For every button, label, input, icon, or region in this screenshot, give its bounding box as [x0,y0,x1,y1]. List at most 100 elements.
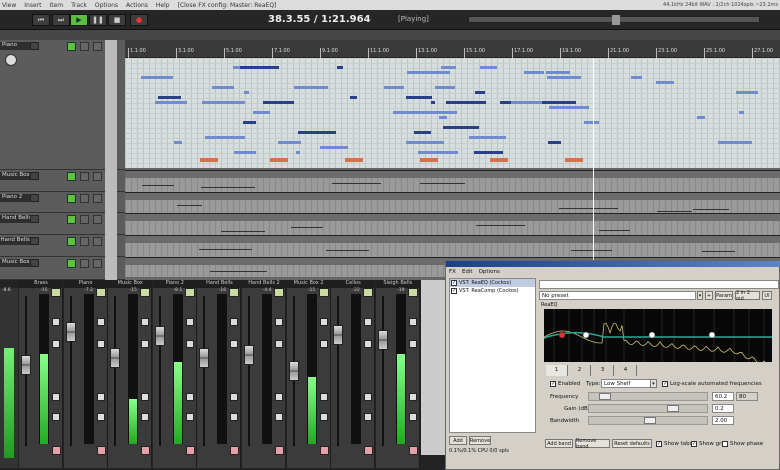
record-arm-button[interactable] [141,446,151,455]
record-arm-button[interactable] [96,446,106,455]
mute-button[interactable] [80,42,89,51]
pause-button[interactable]: ❚❚ [89,14,107,26]
fx-button[interactable] [51,288,61,297]
strip-button[interactable] [319,340,328,348]
media-item[interactable] [125,192,780,213]
frequency-slider[interactable] [588,392,708,401]
strip-button[interactable] [319,393,328,401]
record-arm-button[interactable] [67,215,76,224]
tab-band-1[interactable]: 1 [546,365,568,376]
eq-band-node[interactable] [582,331,590,339]
strip-button[interactable] [364,340,373,348]
add-preset-button[interactable]: + [705,291,713,300]
fx-chain-item[interactable]: ✓ VST: ReaComp (Cockos) [450,287,535,295]
midi-note[interactable] [298,131,337,134]
record-arm-button[interactable] [52,446,61,455]
tab-band-2[interactable]: 2 [569,365,591,376]
record-arm-button[interactable] [319,446,329,455]
solo-button[interactable] [93,259,102,268]
midi-note[interactable] [253,111,270,114]
strip-button[interactable] [52,413,60,421]
tab-band-3[interactable]: 3 [592,365,614,376]
fx-button[interactable] [363,288,374,297]
mute-button[interactable] [80,172,89,181]
strip-button[interactable] [52,340,60,348]
midi-note[interactable] [237,66,280,69]
midi-note[interactable] [345,158,363,162]
volume-fader[interactable] [244,345,254,366]
record-arm-button[interactable] [67,259,76,268]
volume-fader[interactable] [154,325,165,346]
fx-menu-options[interactable]: Options [479,269,500,275]
midi-note[interactable] [510,101,546,104]
strip-button[interactable] [275,318,283,326]
fast-forward-button[interactable]: ⏭ [52,14,70,26]
strip-button[interactable] [185,413,194,421]
volume-knob[interactable] [5,54,17,66]
fx-chain-item[interactable]: ✓ VST: ReaEQ (Cockos) [450,279,535,287]
type-select[interactable]: Low Shelf [601,379,656,388]
record-arm-button[interactable] [364,446,374,455]
play-button[interactable]: ▶ [70,14,88,26]
midi-note[interactable] [295,151,300,154]
track-fx-button[interactable] [30,237,39,245]
midi-note[interactable] [174,141,182,144]
menu-help[interactable]: Help [156,2,170,9]
solo-button[interactable] [93,215,102,224]
record-arm-button[interactable] [67,237,76,246]
strip-button[interactable] [408,318,417,326]
midi-note[interactable] [418,151,458,154]
strip-button[interactable] [275,340,283,348]
strip-button[interactable] [230,340,239,348]
solo-button[interactable] [93,172,102,181]
position-slider-thumb[interactable] [612,15,620,25]
midi-note[interactable] [430,101,436,104]
midi-note[interactable] [384,86,404,89]
volume-fader[interactable] [288,361,299,381]
eq-band-node[interactable] [648,331,656,339]
midi-note[interactable] [547,141,561,144]
strip-button[interactable] [96,318,105,326]
strip-button[interactable] [275,393,283,401]
midi-note[interactable] [542,101,577,104]
media-item[interactable] [125,213,780,235]
strip-button[interactable] [52,393,60,401]
midi-note[interactable] [446,101,486,104]
midi-note[interactable] [416,111,457,114]
eq-graph[interactable] [544,309,772,362]
solo-button[interactable] [93,194,102,203]
track-scrollbar[interactable] [105,40,117,280]
record-arm-button[interactable] [67,194,76,203]
fx-button[interactable] [184,288,195,297]
record-arm-button[interactable] [67,42,76,51]
timeline-ruler[interactable]: 1.1.00 3.1.00 5.1.00 7.1.00 9.1.00 11.1.00 13.… [125,40,780,58]
midi-note[interactable] [545,71,570,74]
record-arm-button[interactable] [230,446,240,455]
bandwidth-slider-thumb[interactable] [644,417,656,424]
midi-note[interactable] [736,91,758,94]
position-slider[interactable] [468,15,760,25]
track-fx-button[interactable] [30,259,39,267]
midi-note[interactable] [155,101,187,104]
mute-button[interactable] [80,259,89,268]
record-arm-button[interactable] [185,446,195,455]
mute-button[interactable] [80,237,89,246]
track-fx-button[interactable] [30,194,39,202]
strip-name[interactable]: Cellos [331,280,376,288]
midi-note[interactable] [406,96,432,99]
midi-note[interactable] [140,76,173,79]
midi-note[interactable] [320,146,349,149]
midi-note[interactable] [417,141,445,144]
ui-button[interactable]: UI [762,291,772,300]
midi-note[interactable] [479,66,497,69]
fx-window-titlebar[interactable] [446,261,780,267]
frequency-slider-thumb[interactable] [599,393,611,400]
strip-button[interactable] [141,340,150,348]
fx-button[interactable] [229,288,240,297]
strip-button[interactable] [408,413,417,421]
midi-note[interactable] [205,136,245,139]
gain-field[interactable]: 0.2 [712,404,734,413]
record-button[interactable]: ● [130,14,148,26]
solo-button[interactable] [93,42,102,51]
midi-note[interactable] [490,158,508,162]
